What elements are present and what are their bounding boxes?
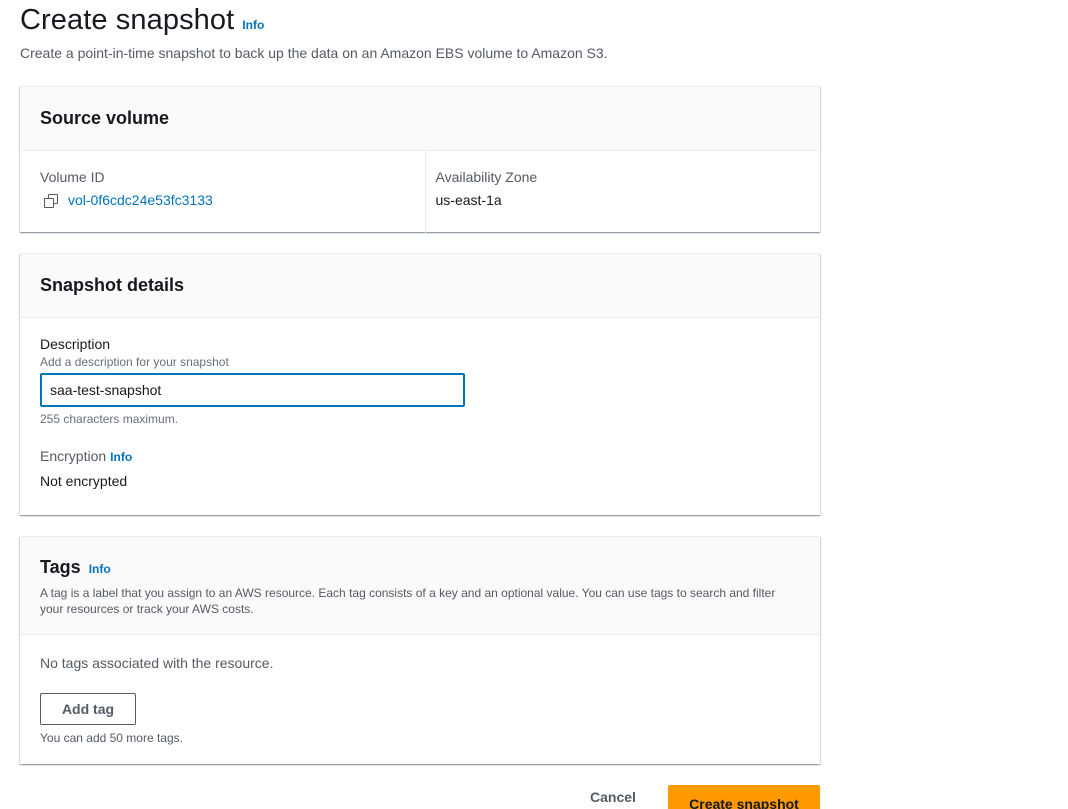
encryption-info-link[interactable]: Info: [110, 450, 132, 464]
cancel-button[interactable]: Cancel: [590, 789, 636, 805]
tags-panel: Tags Info A tag is a label that you assi…: [20, 536, 820, 764]
volume-id-field: Volume ID vol-0f6cdc24e53fc3133: [20, 151, 425, 233]
tags-limit-text: You can add 50 more tags.: [40, 731, 183, 745]
no-tags-message: No tags associated with the resource.: [40, 655, 274, 671]
availability-zone-value: us-east-1a: [435, 192, 502, 208]
description-constraint: 255 characters maximum.: [40, 412, 179, 426]
form-actions: Cancel Create snapshot: [0, 785, 820, 809]
create-snapshot-page: Create snapshot Info Create a point-in-t…: [0, 0, 1068, 809]
source-volume-header: Source volume: [20, 87, 820, 151]
volume-id-label: Volume ID: [40, 169, 105, 185]
tags-header: Tags Info A tag is a label that you assi…: [20, 537, 820, 635]
page-info-link[interactable]: Info: [242, 18, 264, 32]
encryption-label: Encryption: [40, 448, 107, 464]
availability-zone-label: Availability Zone: [435, 169, 538, 185]
source-volume-panel: Source volume Volume ID vol-0f6cdc24e53f…: [20, 86, 821, 233]
tags-info-link[interactable]: Info: [89, 562, 111, 576]
create-snapshot-button[interactable]: Create snapshot: [668, 785, 820, 809]
tags-title: Tags: [40, 557, 81, 577]
availability-zone-field: Availability Zone us-east-1a: [424, 151, 821, 233]
description-label: Description: [40, 336, 111, 352]
volume-id-link[interactable]: vol-0f6cdc24e53fc3133: [68, 192, 213, 208]
encryption-value: Not encrypted: [40, 473, 128, 489]
snapshot-details-panel: Snapshot details Description Add a descr…: [20, 253, 820, 515]
page-header: Create snapshot Info Create a point-in-t…: [20, 4, 608, 61]
source-volume-title: Source volume: [40, 108, 170, 128]
copy-icon[interactable]: [43, 192, 59, 208]
page-description: Create a point-in-time snapshot to back …: [20, 45, 608, 61]
snapshot-details-title: Snapshot details: [40, 275, 185, 295]
page-title: Create snapshot: [20, 4, 235, 36]
description-hint: Add a description for your snapshot: [40, 355, 229, 369]
tags-description: A tag is a label that you assign to an A…: [40, 586, 776, 616]
snapshot-details-header: Snapshot details: [20, 254, 820, 318]
description-input[interactable]: [40, 373, 465, 407]
add-tag-button[interactable]: Add tag: [40, 693, 136, 725]
